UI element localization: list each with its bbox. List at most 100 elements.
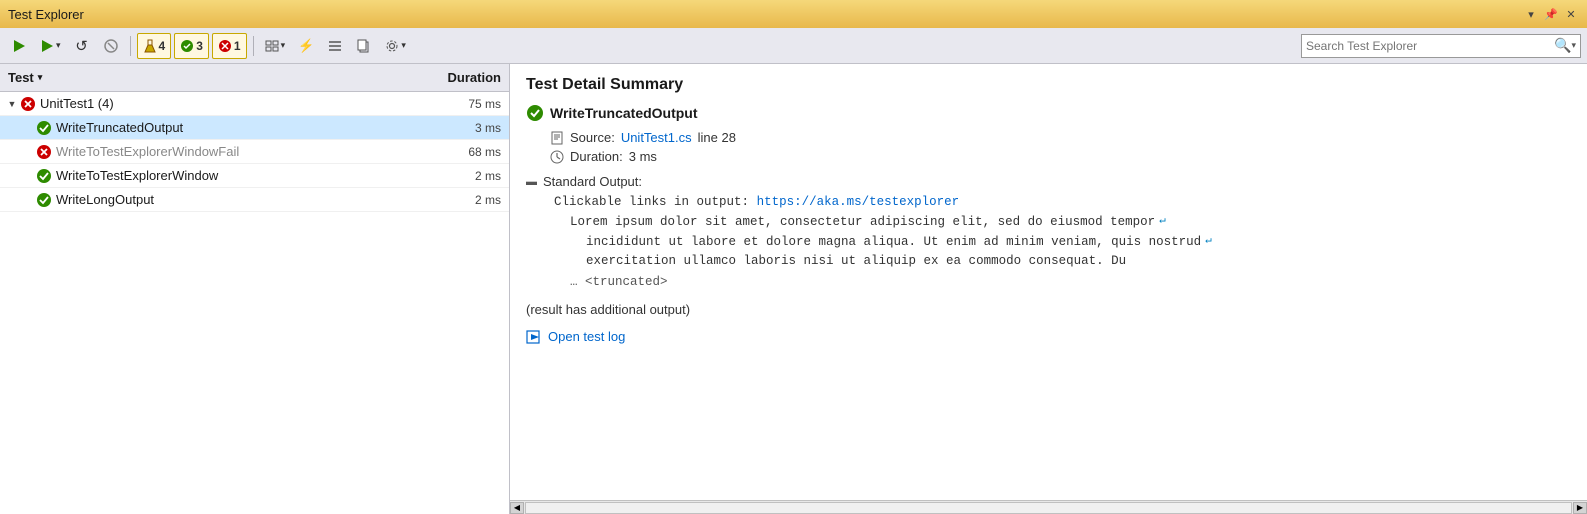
search-box: 🔍 ▾ <box>1301 34 1581 58</box>
output-line: incididunt ut labore et dolore magna ali… <box>554 233 1571 252</box>
output-line: exercitation ullamco laboris nisi ut ali… <box>554 252 1571 271</box>
left-panel: Test ▾ Duration ▼ UnitTest1 (4) 75 ms <box>0 64 510 514</box>
pass-status-icon <box>36 192 52 208</box>
output-collapse-button[interactable]: ▬ <box>526 176 537 188</box>
pass-count: 3 <box>196 39 203 53</box>
flask-count: 4 <box>159 39 166 53</box>
output-block: Clickable links in output: https://aka.m… <box>554 193 1571 292</box>
test-name-label: WriteToTestExplorerWindowFail <box>56 144 239 159</box>
clock-icon <box>550 150 564 164</box>
test-tree: ▼ UnitTest1 (4) 75 ms <box>0 92 509 514</box>
detail-standard-output: ▬ Standard Output: Clickable links in ou… <box>526 174 1571 292</box>
title-bar: Test Explorer ▾ 📌 ✕ <box>0 0 1587 28</box>
test-name-label: UnitTest1 (4) <box>40 96 114 111</box>
test-duration: 2 ms <box>419 169 509 183</box>
sep2 <box>253 36 254 56</box>
cancel-button[interactable] <box>98 33 124 59</box>
run-all-icon <box>12 39 26 53</box>
toolbar: ▾ ↺ 4 3 1 <box>0 28 1587 64</box>
detail-content: Test Detail Summary WriteTruncatedOutput… <box>510 64 1587 500</box>
test-row[interactable]: WriteToTestExplorerWindowFail 68 ms <box>0 140 509 164</box>
flask-icon <box>143 39 157 53</box>
group-icon <box>265 39 279 53</box>
run-all-button[interactable] <box>6 33 32 59</box>
main-area: Test ▾ Duration ▼ UnitTest1 (4) 75 ms <box>0 64 1587 514</box>
col-duration-header[interactable]: Duration <box>419 70 509 85</box>
cancel-icon <box>104 39 118 53</box>
sep1 <box>130 36 131 56</box>
run-icon <box>40 39 54 53</box>
test-row[interactable]: ▼ UnitTest1 (4) 75 ms <box>0 92 509 116</box>
fail-badge-button[interactable]: 1 <box>212 33 247 59</box>
col-test-header[interactable]: Test ▾ <box>0 70 419 85</box>
settings-button[interactable]: ▾ <box>380 33 411 59</box>
test-name-label: WriteLongOutput <box>56 192 154 207</box>
test-name-label: WriteToTestExplorerWindow <box>56 168 218 183</box>
group-dropdown-arrow[interactable]: ▾ <box>281 40 286 51</box>
settings-icon <box>385 39 399 53</box>
source-file-link[interactable]: UnitTest1.cs <box>621 130 692 145</box>
search-input[interactable] <box>1306 39 1554 53</box>
list-icon <box>328 39 342 53</box>
fail-icon <box>218 39 232 53</box>
detail-duration: Duration: 3 ms <box>550 149 1571 164</box>
source-doc-icon <box>550 131 564 145</box>
collapse-icon[interactable]: ▼ <box>4 99 20 109</box>
lightning-icon: ⚡ <box>298 38 314 54</box>
fail-count: 1 <box>234 39 241 53</box>
search-icon[interactable]: 🔍 <box>1554 37 1571 54</box>
additional-output-note: (result has additional output) <box>526 302 1571 317</box>
wrap-arrow-icon: ↵ <box>1159 213 1166 230</box>
output-text: incididunt ut labore et dolore magna ali… <box>586 233 1201 252</box>
close-icon[interactable]: ✕ <box>1563 6 1579 22</box>
output-link[interactable]: https://aka.ms/testexplorer <box>757 195 960 209</box>
output-line: Lorem ipsum dolor sit amet, consectetur … <box>554 213 1571 232</box>
scroll-left-button[interactable]: ◀ <box>510 502 524 514</box>
test-name-label: WriteTruncatedOutput <box>56 120 183 135</box>
run-button[interactable]: ▾ <box>35 33 66 59</box>
test-row[interactable]: WriteToTestExplorerWindow 2 ms <box>0 164 509 188</box>
copy-icon <box>357 39 371 53</box>
refresh-button[interactable]: ↺ <box>69 33 95 59</box>
wrap-arrow-icon: ↵ <box>1205 233 1212 250</box>
output-text: exercitation ullamco laboris nisi ut ali… <box>586 252 1126 271</box>
sort-arrow-icon: ▾ <box>38 72 43 83</box>
list-view-button[interactable] <box>322 33 348 59</box>
copy-button[interactable] <box>351 33 377 59</box>
lightning-button[interactable]: ⚡ <box>293 33 319 59</box>
open-log-icon <box>526 329 542 345</box>
pin-icon[interactable]: 📌 <box>1543 6 1559 22</box>
fail-status-icon <box>36 144 52 160</box>
flask-badge-button[interactable]: 4 <box>137 33 172 59</box>
test-row[interactable]: WriteLongOutput 2 ms <box>0 188 509 212</box>
group-by-button[interactable]: ▾ <box>260 33 291 59</box>
settings-dropdown-arrow[interactable]: ▾ <box>401 40 406 51</box>
refresh-icon: ↺ <box>75 37 88 55</box>
pass-status-icon <box>36 120 52 136</box>
open-test-log-button[interactable]: Open test log <box>526 329 1571 345</box>
test-duration: 3 ms <box>419 121 509 135</box>
bottom-scrollbar: ◀ ▶ <box>510 500 1587 514</box>
test-duration: 75 ms <box>419 97 509 111</box>
pass-icon <box>180 39 194 53</box>
output-text: Lorem ipsum dolor sit amet, consectetur … <box>570 213 1155 232</box>
horizontal-scrollbar[interactable] <box>525 502 1572 514</box>
test-duration: 2 ms <box>419 193 509 207</box>
detail-pass-icon <box>526 104 544 122</box>
pass-status-icon <box>36 168 52 184</box>
truncated-note: … <truncated> <box>570 273 1571 292</box>
search-dropdown[interactable]: ▾ <box>1571 40 1576 51</box>
test-duration: 68 ms <box>419 145 509 159</box>
run-dropdown-arrow[interactable]: ▾ <box>56 40 61 51</box>
scroll-right-button[interactable]: ▶ <box>1573 502 1587 514</box>
output-text: Clickable links in output: https://aka.m… <box>554 193 959 212</box>
pass-badge-button[interactable]: 3 <box>174 33 209 59</box>
test-list-header: Test ▾ Duration <box>0 64 509 92</box>
test-row[interactable]: WriteTruncatedOutput 3 ms <box>0 116 509 140</box>
detail-source: Source: UnitTest1.cs line 28 <box>550 130 1571 145</box>
dropdown-arrow-icon[interactable]: ▾ <box>1523 6 1539 22</box>
detail-test-name: WriteTruncatedOutput <box>526 104 1571 122</box>
detail-title: Test Detail Summary <box>526 76 1571 94</box>
window-title: Test Explorer <box>8 7 84 22</box>
fail-status-icon <box>20 96 36 112</box>
